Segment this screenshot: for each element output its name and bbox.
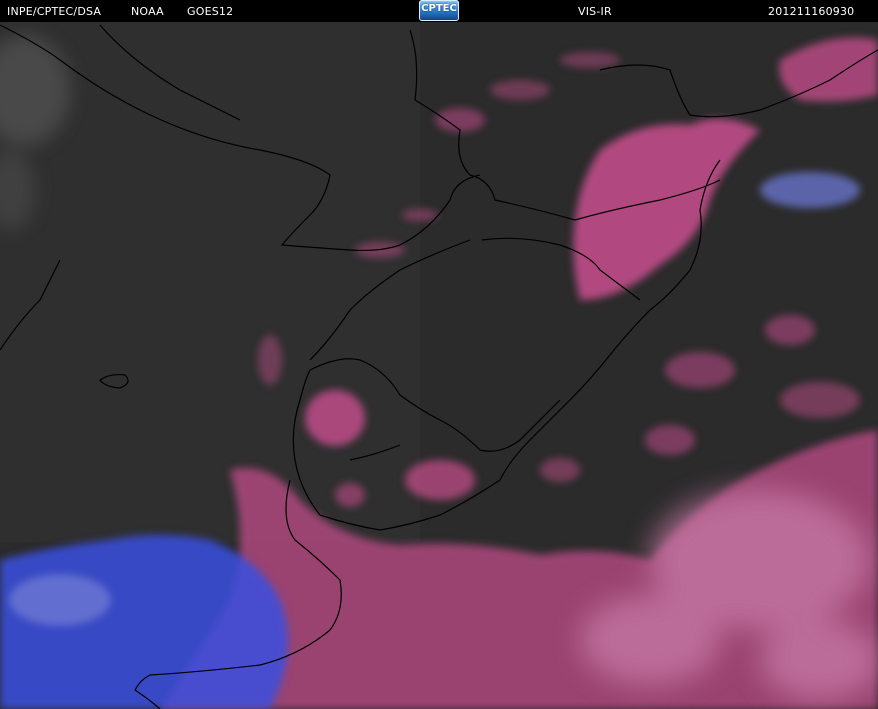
cptec-logo: CPTEC (419, 0, 459, 21)
satellite-label: GOES12 (187, 5, 234, 18)
logo-text: CPTEC (421, 3, 457, 14)
agency-label: NOAA (131, 5, 164, 18)
channel-label: VIS-IR (578, 5, 612, 18)
image-header: INPE/CPTEC/DSA NOAA GOES12 CPTEC VIS-IR … (0, 0, 878, 22)
timestamp-label: 201211160930 (768, 5, 855, 18)
source-label: INPE/CPTEC/DSA (7, 5, 102, 18)
satellite-image (0, 22, 878, 709)
